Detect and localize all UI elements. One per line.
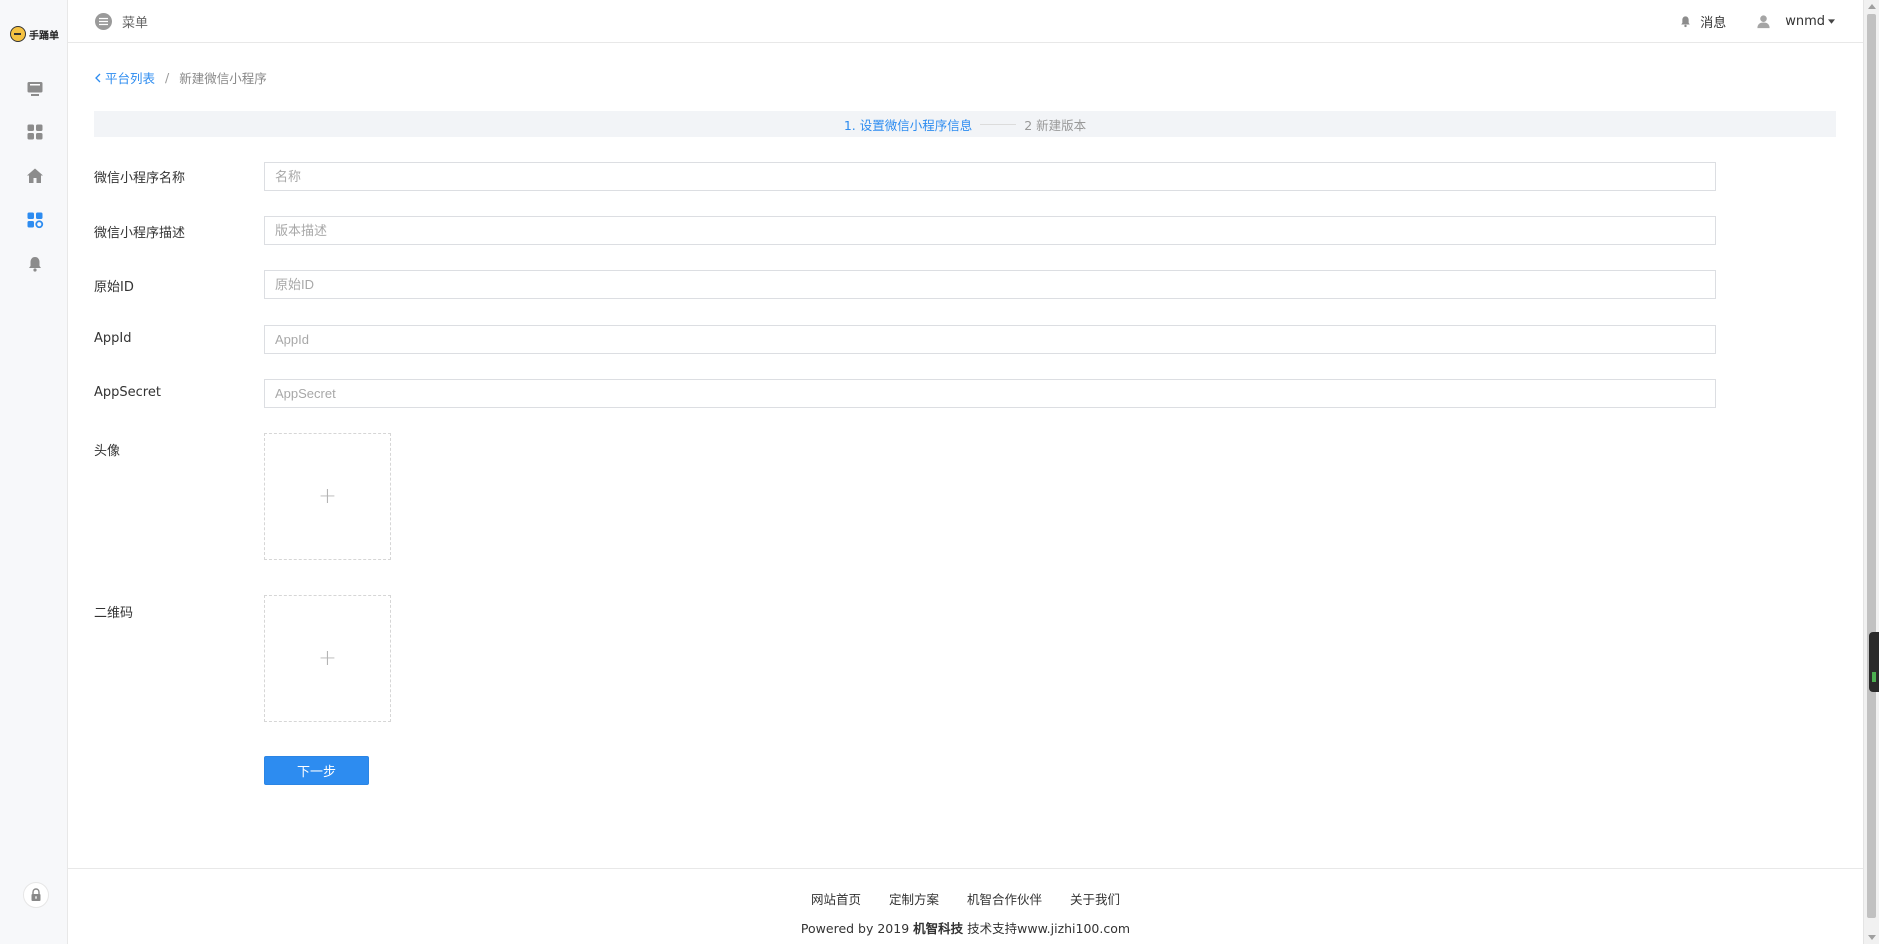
description-input[interactable] (264, 216, 1716, 245)
app-id-label: AppId (94, 331, 132, 346)
scroll-up-arrow-icon[interactable] (1868, 4, 1876, 9)
scroll-thumb[interactable] (1867, 14, 1876, 918)
bell-icon[interactable] (24, 253, 46, 275)
breadcrumb-current: 新建微信小程序 (179, 71, 267, 86)
next-step-button[interactable]: 下一步 (264, 756, 369, 785)
logo-mascot-icon (10, 26, 26, 42)
qrcode-label: 二维码 (94, 606, 134, 621)
footer-link-home[interactable]: 网站首页 (811, 889, 861, 908)
avatar-upload[interactable]: + (264, 433, 391, 560)
footer-link-solutions[interactable]: 定制方案 (889, 889, 939, 908)
apps-icon[interactable] (24, 121, 46, 143)
footer-copyright: Powered by 2019 机智科技 技术支持www.jizhi100.co… (68, 918, 1863, 937)
breadcrumb: 平台列表 / 新建微信小程序 (95, 68, 267, 87)
menu-toggle[interactable]: 菜单 (95, 12, 148, 31)
plus-icon: + (318, 483, 337, 509)
steps-bar: 1. 设置微信小程序信息 2 新建版本 (94, 111, 1836, 137)
qrcode-upload[interactable]: + (264, 595, 391, 722)
menu-icon (95, 13, 112, 30)
sidebar: 手踊单 (0, 0, 68, 944)
original-id-label: 原始ID (94, 280, 134, 295)
copyright-company: 机智科技 (913, 921, 964, 936)
app-settings-icon[interactable] (24, 209, 46, 231)
username: wnmd (1785, 14, 1825, 29)
floating-side-widget[interactable] (1869, 632, 1879, 692)
footer-divider (68, 868, 1863, 869)
step-2: 2 新建版本 (1024, 117, 1087, 133)
menu-label: 菜单 (122, 16, 149, 31)
footer-links: 网站首页 定制方案 机智合作伙伴 关于我们 (68, 889, 1863, 908)
breadcrumb-separator: / (165, 70, 170, 85)
copyright-prefix: Powered by 2019 (800, 921, 914, 936)
monitor-icon[interactable] (24, 78, 46, 100)
step-1: 1. 设置微信小程序信息 (843, 117, 973, 133)
user-menu[interactable]: wnmd (1756, 14, 1835, 29)
topbar-right: 消息 wnmd (1679, 12, 1835, 31)
footer-link-partners[interactable]: 机智合作伙伴 (967, 889, 1042, 908)
app-secret-label: AppSecret (94, 385, 161, 400)
logo[interactable]: 手踊单 (10, 26, 59, 42)
logo-text: 手踊单 (29, 30, 59, 42)
caret-down-icon (1828, 19, 1835, 24)
name-input[interactable] (264, 162, 1716, 191)
chevron-left-icon[interactable] (95, 73, 101, 83)
topbar: 菜单 消息 wnmd (68, 0, 1863, 43)
messages-button[interactable]: 消息 (1679, 12, 1726, 31)
home-icon[interactable] (24, 165, 46, 187)
app-id-input[interactable] (264, 325, 1716, 354)
plus-icon: + (318, 645, 337, 671)
name-label: 微信小程序名称 (94, 171, 186, 186)
vertical-scrollbar[interactable] (1863, 0, 1879, 944)
user-icon (1757, 15, 1770, 29)
messages-label: 消息 (1700, 16, 1727, 31)
bell-icon (1681, 16, 1690, 28)
scroll-down-arrow-icon[interactable] (1868, 935, 1876, 940)
breadcrumb-back-link[interactable]: 平台列表 (105, 68, 155, 87)
copyright-suffix: 技术支持www.jizhi100.com (963, 921, 1131, 936)
avatar-label: 头像 (94, 444, 121, 459)
description-label: 微信小程序描述 (94, 226, 186, 241)
app-secret-input[interactable] (264, 379, 1716, 408)
step-connector (980, 123, 1017, 125)
lock-icon[interactable] (23, 882, 49, 908)
original-id-input[interactable] (264, 270, 1716, 299)
footer-link-about[interactable]: 关于我们 (1070, 889, 1120, 908)
